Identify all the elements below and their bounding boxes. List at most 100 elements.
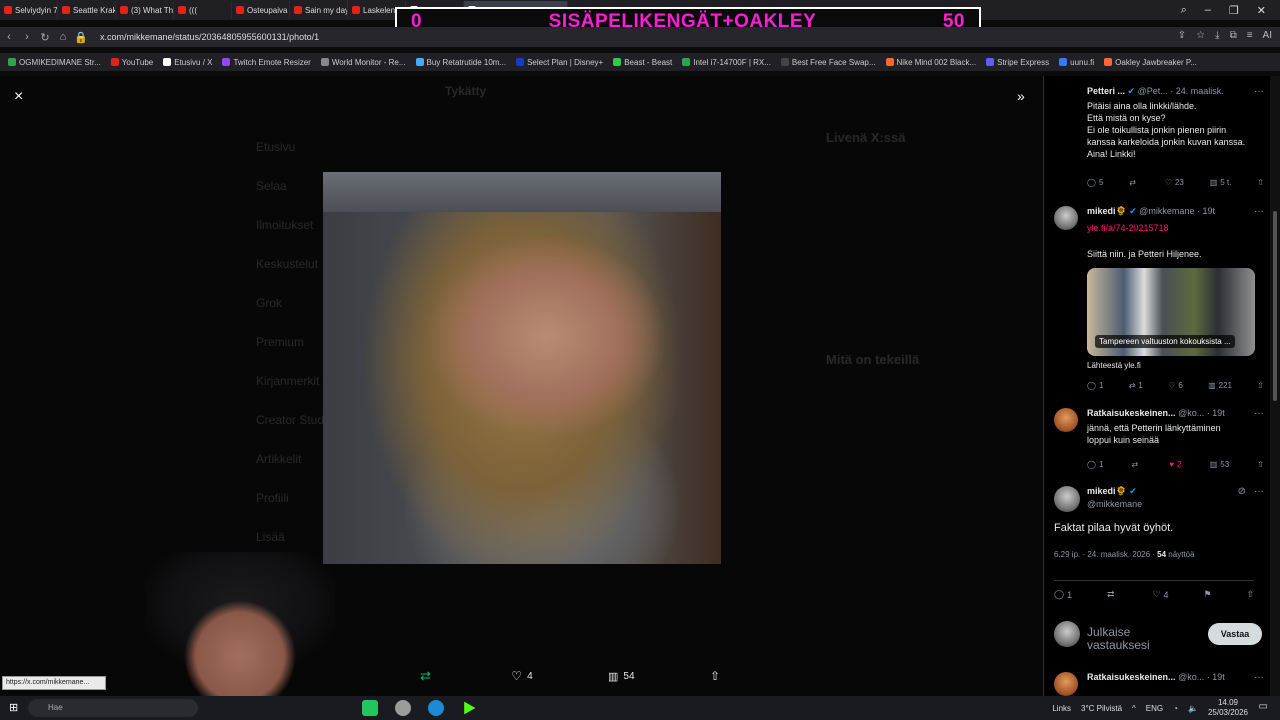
browser-tab[interactable]: Seattle Kraken at Florida P xyxy=(58,1,116,19)
avatar[interactable] xyxy=(1054,672,1078,696)
bookmark-item[interactable]: Select Plan | Disney+ xyxy=(516,58,603,67)
maximize-button[interactable]: ❐ xyxy=(1229,4,1239,17)
avatar[interactable] xyxy=(1054,206,1078,230)
view-count[interactable]: ▥ 53 xyxy=(1210,460,1229,469)
browser-tab[interactable]: ((( xyxy=(174,1,232,19)
share-button[interactable]: ⇧ xyxy=(710,669,720,683)
bookmark-item[interactable]: Etusivu / X xyxy=(163,58,212,67)
retweet-button[interactable]: ⇄ xyxy=(420,668,436,684)
bookmark-item[interactable]: Stripe Express xyxy=(986,58,1049,67)
grok-icon[interactable]: ⊘ xyxy=(1238,486,1246,497)
minimize-button[interactable]: – xyxy=(1205,4,1211,16)
reply-item[interactable]: mikedi🌻 ✔ @mikkemane · 19t ··· yle.fi/a/… xyxy=(1054,206,1264,396)
scrollbar-thumb[interactable] xyxy=(1273,211,1277,401)
like-count[interactable]: ♡ 6 xyxy=(1168,381,1183,390)
like-count[interactable]: ♡ 23 xyxy=(1165,178,1184,187)
reply-count[interactable]: ◯ 5 xyxy=(1087,178,1103,187)
edge-icon[interactable] xyxy=(428,700,444,716)
language-indicator[interactable]: ENG xyxy=(1146,704,1163,713)
retweet-count[interactable]: ⇄ xyxy=(1107,589,1118,600)
browser-tab[interactable]: Sain my day 24.3 - som xyxy=(290,1,348,19)
bookmark-item[interactable]: Beast - Beast xyxy=(613,58,672,67)
avatar[interactable] xyxy=(1054,408,1078,432)
share-icon[interactable]: ⇪ xyxy=(1178,30,1186,41)
reply-item[interactable]: Ratkaisukeskeinen... @ko... · 19t ··· jä… xyxy=(1054,408,1264,474)
share-icon[interactable]: ⇧ xyxy=(1257,381,1264,390)
download-icon[interactable]: ⤓ xyxy=(1215,30,1219,41)
like-count[interactable]: ♥ 2 xyxy=(1169,460,1181,469)
extensions-icon[interactable]: ⧉ xyxy=(1230,30,1237,41)
background-sidebar-item: Grok xyxy=(256,296,283,310)
retweet-count[interactable]: ⇄ xyxy=(1129,178,1139,187)
bookmark-item[interactable]: OGMIKEDIMANE Str... xyxy=(8,58,101,67)
reply-link[interactable]: yle.fi/a/74-20215718 xyxy=(1087,222,1265,234)
browser-tab[interactable]: Selviydyin 7 päivää maailm xyxy=(0,1,58,19)
compose-input[interactable]: Julkaise vastauksesi xyxy=(1087,626,1187,652)
bookmark-item[interactable]: Buy Retatrutide 10m... xyxy=(415,58,506,67)
share-icon[interactable]: ⇧ xyxy=(1246,589,1254,600)
search-tabs-icon[interactable]: ⌕ xyxy=(1181,4,1187,17)
reload-icon[interactable]: ↻ xyxy=(36,31,54,44)
ai-button[interactable]: AI xyxy=(1263,30,1272,41)
reply-button[interactable]: Vastaa xyxy=(1208,623,1262,645)
links-toolbar[interactable]: Links xyxy=(1052,704,1071,713)
more-options-icon[interactable]: ··· xyxy=(1254,408,1264,419)
bookmark-item[interactable]: Best Free Face Swap... xyxy=(780,58,876,67)
bookmark-item[interactable]: YouTube xyxy=(110,58,153,67)
more-options-icon[interactable]: ··· xyxy=(1254,86,1264,97)
more-options-icon[interactable]: ··· xyxy=(1254,672,1264,683)
bookmark-star-icon[interactable]: ☆ xyxy=(1196,30,1205,41)
reply-count[interactable]: ◯ 1 xyxy=(1054,589,1072,600)
volume-icon[interactable]: 🔈 xyxy=(1188,704,1198,713)
more-options-icon[interactable]: ··· xyxy=(1254,486,1264,497)
bookmark-item[interactable]: Oakley Jawbreaker P... xyxy=(1104,58,1197,67)
more-options-icon[interactable]: ··· xyxy=(1254,206,1264,217)
back-icon[interactable]: ‹ xyxy=(0,31,18,43)
bookmark-item[interactable]: uunu.fi xyxy=(1059,58,1094,67)
bookmark-item[interactable]: Twitch Emote Resizer xyxy=(222,58,311,67)
browser-tab[interactable]: Osteupaiva IPC - YouTube xyxy=(232,1,290,19)
reply-item[interactable]: Petteri ... ✔ @Pet... · 24. maalisk. ···… xyxy=(1054,86,1264,196)
retweet-count[interactable]: ⇄ 1 xyxy=(1129,381,1143,390)
reply-item[interactable]: Ratkaisukeskeinen... @ko... · 19t ··· xyxy=(1054,672,1264,696)
scrollbar[interactable] xyxy=(1270,76,1280,696)
notifications-icon[interactable]: ▭ xyxy=(1259,701,1268,712)
app-icon[interactable] xyxy=(362,700,378,716)
bookmark-item[interactable]: Nike Mind 002 Black... xyxy=(885,58,976,67)
kick-icon[interactable] xyxy=(464,701,476,715)
reply-count[interactable]: ◯ 1 xyxy=(1087,381,1103,390)
views-button[interactable]: ▥ 54 xyxy=(608,670,635,683)
app-icon[interactable] xyxy=(395,700,411,716)
bookmark-item[interactable]: Intel i7-14700F | RX... xyxy=(682,58,771,67)
view-count[interactable]: ▥ 221 xyxy=(1208,381,1232,390)
retweet-count[interactable]: ⇄ xyxy=(1132,460,1142,469)
reply-count[interactable]: ◯ 1 xyxy=(1087,460,1103,469)
share-icon[interactable]: ⇧ xyxy=(1257,460,1264,469)
taskbar-search[interactable]: Hae xyxy=(28,699,198,717)
close-viewer-icon[interactable]: × xyxy=(14,88,23,106)
network-icon[interactable]: ◔ xyxy=(1173,704,1178,713)
close-window-button[interactable]: ✕ xyxy=(1257,4,1266,17)
url-field[interactable]: x.com/mikkemane/status/2036480595560013​… xyxy=(100,32,319,42)
bookmark-icon[interactable]: ⚑ xyxy=(1203,589,1211,600)
like-button[interactable]: ♡ 4 xyxy=(511,669,532,683)
verified-icon: ✔ xyxy=(1129,206,1137,216)
windows-start-icon[interactable]: ⊞ xyxy=(9,701,18,714)
bookmark-label: uunu.fi xyxy=(1070,57,1095,67)
expand-panel-icon[interactable]: » xyxy=(1017,88,1025,104)
tray-arrow-icon[interactable]: ^ xyxy=(1132,704,1136,713)
menu-icon[interactable]: ≡ xyxy=(1247,30,1253,41)
bookmark-item[interactable]: World Monitor - Re... xyxy=(320,58,406,67)
avatar[interactable] xyxy=(1054,486,1080,512)
tweet-photo[interactable] xyxy=(323,172,721,564)
forward-icon[interactable]: › xyxy=(18,31,36,43)
like-count[interactable]: ♡ 4 xyxy=(1152,589,1168,600)
weather-widget[interactable]: 3°C Pilvistä xyxy=(1081,704,1122,713)
heart-icon: ♡ xyxy=(1168,381,1176,390)
link-card-image[interactable]: Tampereen valtuuston kokouksista ... xyxy=(1087,268,1255,356)
share-icon[interactable]: ⇧ xyxy=(1257,178,1264,187)
view-count[interactable]: ▥ 5 t. xyxy=(1210,178,1232,187)
browser-tab[interactable]: (3) What This Streamer Did xyxy=(116,1,174,19)
home-icon[interactable]: ⌂ xyxy=(54,31,72,43)
clock[interactable]: 14.09 25/03/2026 xyxy=(1208,698,1248,718)
